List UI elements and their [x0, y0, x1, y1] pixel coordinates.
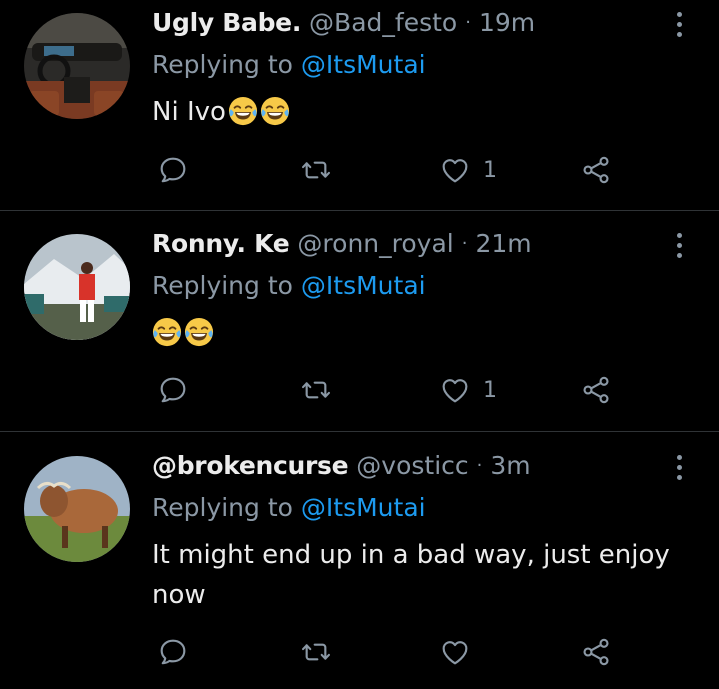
retweet-button[interactable]	[300, 635, 332, 669]
user-handle[interactable]: @ronn_royal	[297, 229, 453, 258]
user-handle[interactable]: @vosticc	[356, 451, 468, 480]
replying-to: Replying to @ItsMutai	[152, 50, 426, 79]
display-name[interactable]: Ugly Babe.	[152, 8, 301, 37]
tweet-text-content: Ni Ivo	[152, 97, 226, 127]
avatar[interactable]	[24, 456, 130, 562]
share-icon	[580, 374, 612, 406]
avatar[interactable]	[24, 13, 130, 119]
reply-icon	[157, 374, 189, 406]
reply-icon	[157, 636, 189, 668]
tweet-header: Ugly Babe. @Bad_festo · 19m	[152, 8, 535, 44]
timestamp[interactable]: 3m	[490, 451, 530, 480]
replying-to-label: Replying to	[152, 50, 293, 79]
replying-to-label: Replying to	[152, 271, 293, 300]
laughing-tears-emoji-icon	[184, 317, 214, 347]
more-options-icon[interactable]	[672, 455, 686, 485]
reply-button[interactable]	[157, 153, 189, 187]
tweet-text-content: It might end up in a bad way, just enjoy…	[152, 540, 670, 610]
tweet-text: Ni Ivo	[152, 92, 697, 132]
avatar[interactable]	[24, 234, 130, 340]
separator-dot: ·	[465, 12, 471, 33]
more-options-icon[interactable]	[672, 12, 686, 42]
share-icon	[580, 154, 612, 186]
share-button[interactable]	[580, 635, 612, 669]
timestamp[interactable]: 21m	[475, 229, 531, 258]
reply-icon	[157, 154, 189, 186]
user-handle[interactable]: @Bad_festo	[309, 8, 457, 37]
display-name[interactable]: Ronny. Ke	[152, 229, 290, 258]
retweet-icon	[300, 374, 332, 406]
reply-button[interactable]	[157, 635, 189, 669]
tweet[interactable]: Ugly Babe. @Bad_festo · 19m Replying to …	[0, 0, 719, 210]
tweet-text: It might end up in a bad way, just enjoy…	[152, 535, 697, 615]
mention-link[interactable]: @ItsMutai	[301, 493, 426, 522]
more-options-icon[interactable]	[672, 233, 686, 263]
replying-to-label: Replying to	[152, 493, 293, 522]
retweet-button[interactable]	[300, 153, 332, 187]
heart-icon	[439, 374, 471, 406]
replying-to: Replying to @ItsMutai	[152, 271, 426, 300]
heart-icon	[439, 154, 471, 186]
retweet-button[interactable]	[300, 373, 332, 407]
tweet-header: @brokencurse @vosticc · 3m	[152, 451, 531, 487]
heart-icon	[439, 636, 471, 668]
tweet[interactable]: @brokencurse @vosticc · 3m Replying to @…	[0, 443, 719, 689]
like-button[interactable]	[439, 635, 471, 669]
like-button[interactable]: 1	[439, 373, 497, 407]
like-count: 1	[483, 157, 497, 183]
like-button[interactable]: 1	[439, 153, 497, 187]
mention-link[interactable]: @ItsMutai	[301, 271, 426, 300]
tweet[interactable]: Ronny. Ke @ronn_royal · 21m Replying to …	[0, 221, 719, 431]
share-button[interactable]	[580, 373, 612, 407]
laughing-tears-emoji-icon	[228, 96, 258, 126]
share-button[interactable]	[580, 153, 612, 187]
display-name[interactable]: @brokencurse	[152, 451, 349, 480]
tweet-text	[152, 313, 697, 353]
replying-to: Replying to @ItsMutai	[152, 493, 426, 522]
divider	[0, 210, 719, 211]
laughing-tears-emoji-icon	[260, 96, 290, 126]
separator-dot: ·	[476, 455, 483, 476]
like-count: 1	[483, 377, 497, 403]
share-icon	[580, 636, 612, 668]
retweet-icon	[300, 636, 332, 668]
reply-button[interactable]	[157, 373, 189, 407]
timestamp[interactable]: 19m	[479, 8, 535, 37]
divider	[0, 431, 719, 432]
tweet-header: Ronny. Ke @ronn_royal · 21m	[152, 229, 532, 265]
separator-dot: ·	[461, 233, 468, 254]
retweet-icon	[300, 154, 332, 186]
laughing-tears-emoji-icon	[152, 317, 182, 347]
mention-link[interactable]: @ItsMutai	[301, 50, 426, 79]
